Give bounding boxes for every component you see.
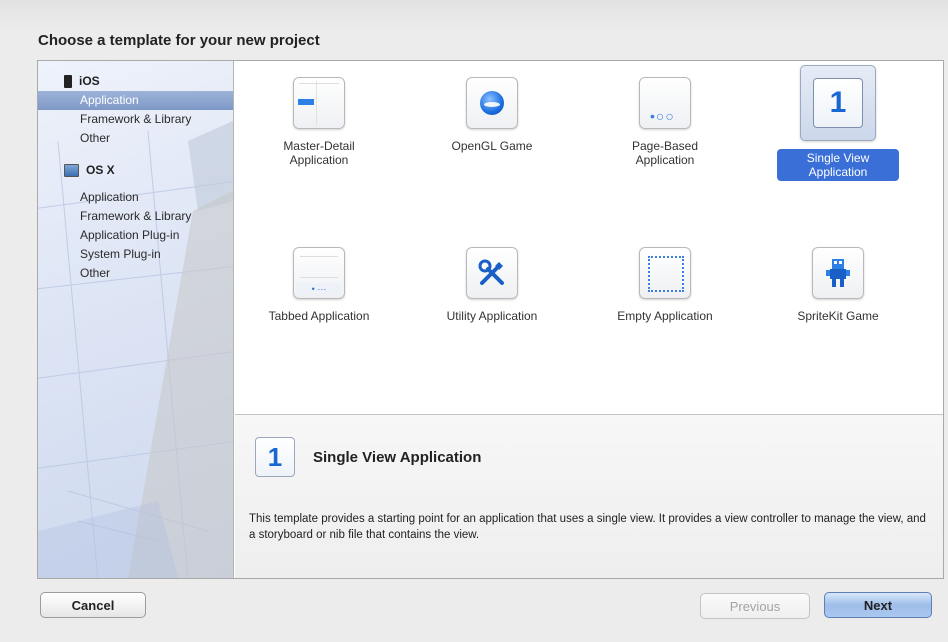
sidebar-item-ios-other[interactable]: Other [38,129,233,148]
template-spritekit[interactable]: SpriteKit Game [758,245,918,393]
template-tabbed[interactable]: • ··· Tabbed Application [239,245,399,393]
cancel-button[interactable]: Cancel [40,592,146,618]
template-empty[interactable]: Empty Application [585,245,745,393]
sidebar: iOS Application Framework & Library Othe… [38,61,234,578]
ios-group-header: iOS [38,71,233,91]
sidebar-item-osx-application[interactable]: Application [38,188,233,207]
template-grid: Master-Detail Application OpenGL Game •○… [235,61,943,414]
template-label: Page-Based Application [631,139,699,167]
template-utility[interactable]: Utility Application [412,245,572,393]
opengl-game-icon [466,77,518,129]
empty-icon [639,246,691,299]
mac-icon [64,163,79,177]
next-button[interactable]: Next [824,592,932,618]
template-label: Tabbed Application [268,308,370,323]
sidebar-item-osx-system-plugin[interactable]: System Plug-in [38,245,233,264]
template-label-selected: Single View Application [777,149,899,181]
template-detail-pane: 1 Single View Application This template … [235,414,943,578]
osx-group-label: OS X [86,163,115,177]
template-label: SpriteKit Game [797,308,879,323]
template-page-based[interactable]: •○○ Page-Based Application [585,75,745,223]
sidebar-item-ios-application[interactable]: Application [38,91,233,110]
template-label: Empty Application [617,308,713,323]
previous-button[interactable]: Previous [700,593,810,619]
ios-group-label: iOS [79,74,100,88]
osx-group-header: OS X [38,160,233,180]
template-master-detail[interactable]: Master-Detail Application [239,75,399,223]
single-view-icon: 1 [255,437,295,477]
master-detail-icon [293,77,345,129]
single-view-icon: 1 [800,65,876,141]
template-category-list: iOS Application Framework & Library Othe… [38,61,233,283]
sidebar-item-ios-framework-library[interactable]: Framework & Library [38,110,233,129]
detail-title: Single View Application [313,449,482,466]
template-label: Utility Application [446,308,538,323]
title-bar-area [0,0,948,30]
page-based-icon: •○○ [639,77,691,129]
dialog-title: Choose a template for your new project [38,32,320,49]
template-opengl-game[interactable]: OpenGL Game [412,75,572,223]
detail-description: This template provides a starting point … [249,513,926,541]
iphone-icon [64,74,72,88]
template-label: Master-Detail Application [283,139,355,167]
tabbed-icon: • ··· [293,246,345,299]
template-label: OpenGL Game [451,139,533,153]
osx-group: OS X Application Framework & Library App… [38,160,233,283]
template-single-view[interactable]: 1 Single View Application [758,65,918,223]
sidebar-item-osx-framework-library[interactable]: Framework & Library [38,207,233,226]
template-chooser-panel: iOS Application Framework & Library Othe… [37,60,944,579]
sidebar-item-osx-application-plugin[interactable]: Application Plug-in [38,226,233,245]
utility-icon [466,246,518,299]
sidebar-item-osx-other[interactable]: Other [38,264,233,283]
spritekit-icon [812,246,864,299]
